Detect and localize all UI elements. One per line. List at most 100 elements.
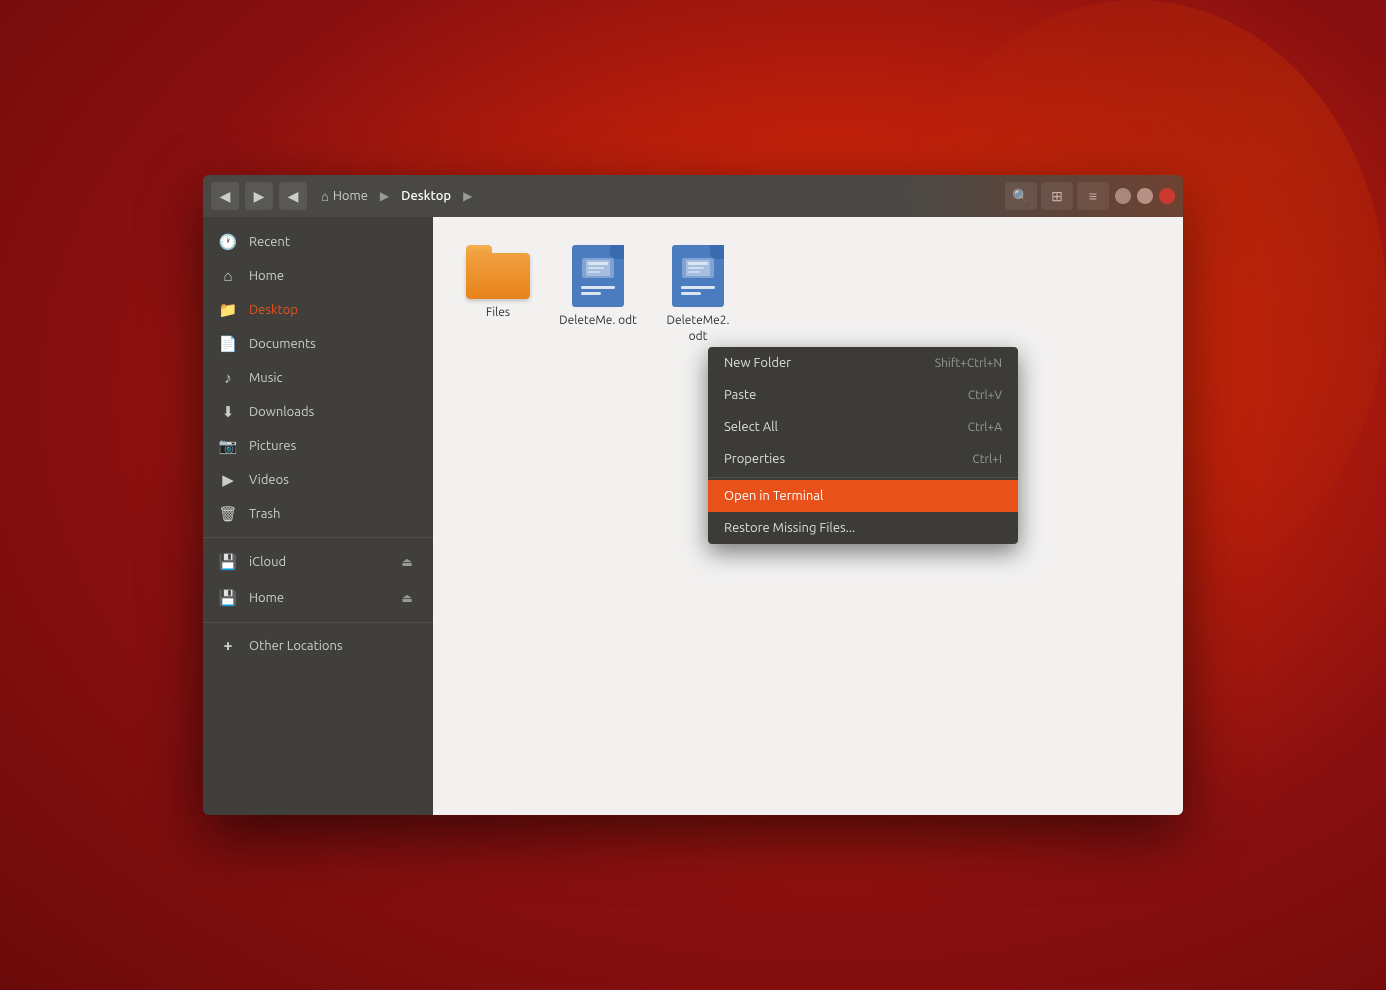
odt-icon-2 bbox=[672, 245, 724, 307]
ctx-paste[interactable]: Paste Ctrl+V bbox=[708, 379, 1018, 411]
main-area: 🕐 Recent ⌂ Home 📁 Desktop 📄 Documents ♪ … bbox=[203, 217, 1183, 815]
minimize-button[interactable] bbox=[1115, 188, 1131, 204]
sidebar-label-music: Music bbox=[249, 371, 283, 385]
trash-icon: 🗑 bbox=[219, 505, 237, 523]
file-area: Files bbox=[433, 217, 1183, 815]
ctx-properties[interactable]: Properties Ctrl+I bbox=[708, 443, 1018, 475]
plus-icon: + bbox=[219, 637, 237, 655]
odt-lines-1 bbox=[581, 286, 615, 295]
sidebar-item-other-locations[interactable]: + Other Locations bbox=[203, 629, 433, 663]
sidebar-item-desktop[interactable]: 📁 Desktop bbox=[203, 293, 433, 327]
videos-icon: ▶ bbox=[219, 471, 237, 489]
sidebar-item-icloud[interactable]: 💾 iCloud ⏏ bbox=[203, 544, 433, 580]
clock-icon: 🕐 bbox=[219, 233, 237, 251]
sidebar-item-trash[interactable]: 🗑 Trash bbox=[203, 497, 433, 531]
breadcrumb-current-label: Desktop bbox=[401, 189, 451, 203]
sidebar-divider2 bbox=[203, 622, 433, 623]
doc-line bbox=[581, 286, 615, 289]
view-menu-button[interactable]: ≡ bbox=[1077, 182, 1109, 210]
drive-icon-icloud: 💾 bbox=[219, 553, 237, 571]
ctx-open-terminal[interactable]: Open in Terminal bbox=[708, 480, 1018, 512]
maximize-button[interactable] bbox=[1137, 188, 1153, 204]
home-icon: ⌂ bbox=[321, 189, 329, 204]
ctx-new-folder[interactable]: New Folder Shift+Ctrl+N bbox=[708, 347, 1018, 379]
forward-button[interactable]: ▶ bbox=[245, 182, 273, 210]
file-item-deleteme2-odt[interactable]: DeleteMe2. odt bbox=[653, 237, 743, 352]
sidebar-item-home[interactable]: ⌂ Home bbox=[203, 259, 433, 293]
doc-line-short bbox=[581, 292, 601, 295]
pictures-icon: 📷 bbox=[219, 437, 237, 455]
search-button[interactable]: 🔍 bbox=[1005, 182, 1037, 210]
sidebar-label-other-locations: Other Locations bbox=[249, 639, 343, 653]
folder-body bbox=[466, 253, 530, 299]
drive-icon-home: 💾 bbox=[219, 589, 237, 607]
ctx-label-open-terminal: Open in Terminal bbox=[724, 489, 823, 503]
odt-svg-2 bbox=[686, 260, 710, 276]
sidebar-label-trash: Trash bbox=[249, 507, 280, 521]
sidebar-divider bbox=[203, 537, 433, 538]
breadcrumb-separator: ▶ bbox=[380, 189, 389, 203]
sidebar-label-pictures: Pictures bbox=[249, 439, 296, 453]
sidebar-label-downloads: Downloads bbox=[249, 405, 314, 419]
doc-line2 bbox=[681, 286, 715, 289]
ctx-separator bbox=[708, 477, 1018, 478]
music-icon: ♪ bbox=[219, 369, 237, 387]
context-menu: New Folder Shift+Ctrl+N Paste Ctrl+V Sel… bbox=[708, 347, 1018, 544]
breadcrumb-arrow-after: ▶ bbox=[463, 189, 472, 203]
file-label-files: Files bbox=[486, 305, 510, 321]
ctx-restore[interactable]: Restore Missing Files... bbox=[708, 512, 1018, 544]
view-toggle-button[interactable]: ⊞ bbox=[1041, 182, 1073, 210]
sidebar-label-icloud: iCloud bbox=[249, 555, 286, 569]
ctx-shortcut-paste: Ctrl+V bbox=[968, 389, 1002, 402]
ctx-label-restore: Restore Missing Files... bbox=[724, 521, 855, 535]
ctx-label-new-folder: New Folder bbox=[724, 356, 791, 370]
eject-icloud-button[interactable]: ⏏ bbox=[397, 552, 417, 572]
back-button[interactable]: ◀ bbox=[211, 182, 239, 210]
breadcrumb: ⌂ Home ▶ Desktop ▶ bbox=[313, 186, 999, 207]
up-button[interactable]: ◀ bbox=[279, 182, 307, 210]
odt-lines-2 bbox=[681, 286, 715, 295]
ctx-shortcut-properties: Ctrl+I bbox=[972, 453, 1002, 466]
folder-icon-big bbox=[466, 245, 530, 299]
sidebar: 🕐 Recent ⌂ Home 📁 Desktop 📄 Documents ♪ … bbox=[203, 217, 433, 815]
odt-image-placeholder-1 bbox=[582, 258, 614, 278]
sidebar-item-music[interactable]: ♪ Music bbox=[203, 361, 433, 395]
folder-icon: 📁 bbox=[219, 301, 237, 319]
doc-line2-short bbox=[681, 292, 701, 295]
home-icon: ⌂ bbox=[219, 267, 237, 285]
sidebar-label-desktop: Desktop bbox=[249, 303, 298, 317]
file-manager-window: ◀ ▶ ◀ ⌂ Home ▶ Desktop ▶ 🔍 ⊞ ≡ bbox=[203, 175, 1183, 815]
ctx-shortcut-select-all: Ctrl+A bbox=[968, 421, 1002, 434]
odt-icon-1 bbox=[572, 245, 624, 307]
titlebar: ◀ ▶ ◀ ⌂ Home ▶ Desktop ▶ 🔍 ⊞ ≡ bbox=[203, 175, 1183, 217]
breadcrumb-current[interactable]: Desktop bbox=[393, 186, 459, 206]
sidebar-label-recent: Recent bbox=[249, 235, 290, 249]
ctx-select-all[interactable]: Select All Ctrl+A bbox=[708, 411, 1018, 443]
ctx-shortcut-new-folder: Shift+Ctrl+N bbox=[935, 357, 1002, 370]
ctx-label-properties: Properties bbox=[724, 452, 785, 466]
sidebar-item-videos[interactable]: ▶ Videos bbox=[203, 463, 433, 497]
titlebar-actions: 🔍 ⊞ ≡ bbox=[1005, 182, 1175, 210]
sidebar-item-recent[interactable]: 🕐 Recent bbox=[203, 225, 433, 259]
eject-home-button[interactable]: ⏏ bbox=[397, 588, 417, 608]
file-label-deleteme: DeleteMe. odt bbox=[559, 313, 637, 329]
breadcrumb-home-label: Home bbox=[333, 189, 368, 203]
breadcrumb-home[interactable]: ⌂ Home bbox=[313, 186, 376, 207]
ctx-label-select-all: Select All bbox=[724, 420, 778, 434]
file-item-files-folder[interactable]: Files bbox=[453, 237, 543, 352]
sidebar-item-documents[interactable]: 📄 Documents bbox=[203, 327, 433, 361]
file-item-deleteme-odt[interactable]: DeleteMe. odt bbox=[553, 237, 643, 352]
document-icon: 📄 bbox=[219, 335, 237, 353]
odt-svg-1 bbox=[586, 260, 610, 276]
odt-image-placeholder-2 bbox=[682, 258, 714, 278]
sidebar-item-downloads[interactable]: ⬇ Downloads bbox=[203, 395, 433, 429]
sidebar-label-videos: Videos bbox=[249, 473, 289, 487]
close-button[interactable] bbox=[1159, 188, 1175, 204]
download-icon: ⬇ bbox=[219, 403, 237, 421]
sidebar-item-home-drive[interactable]: 💾 Home ⏏ bbox=[203, 580, 433, 616]
ctx-label-paste: Paste bbox=[724, 388, 756, 402]
file-label-deleteme2: DeleteMe2. odt bbox=[659, 313, 737, 344]
sidebar-label-home: Home bbox=[249, 269, 284, 283]
sidebar-item-pictures[interactable]: 📷 Pictures bbox=[203, 429, 433, 463]
sidebar-label-documents: Documents bbox=[249, 337, 316, 351]
